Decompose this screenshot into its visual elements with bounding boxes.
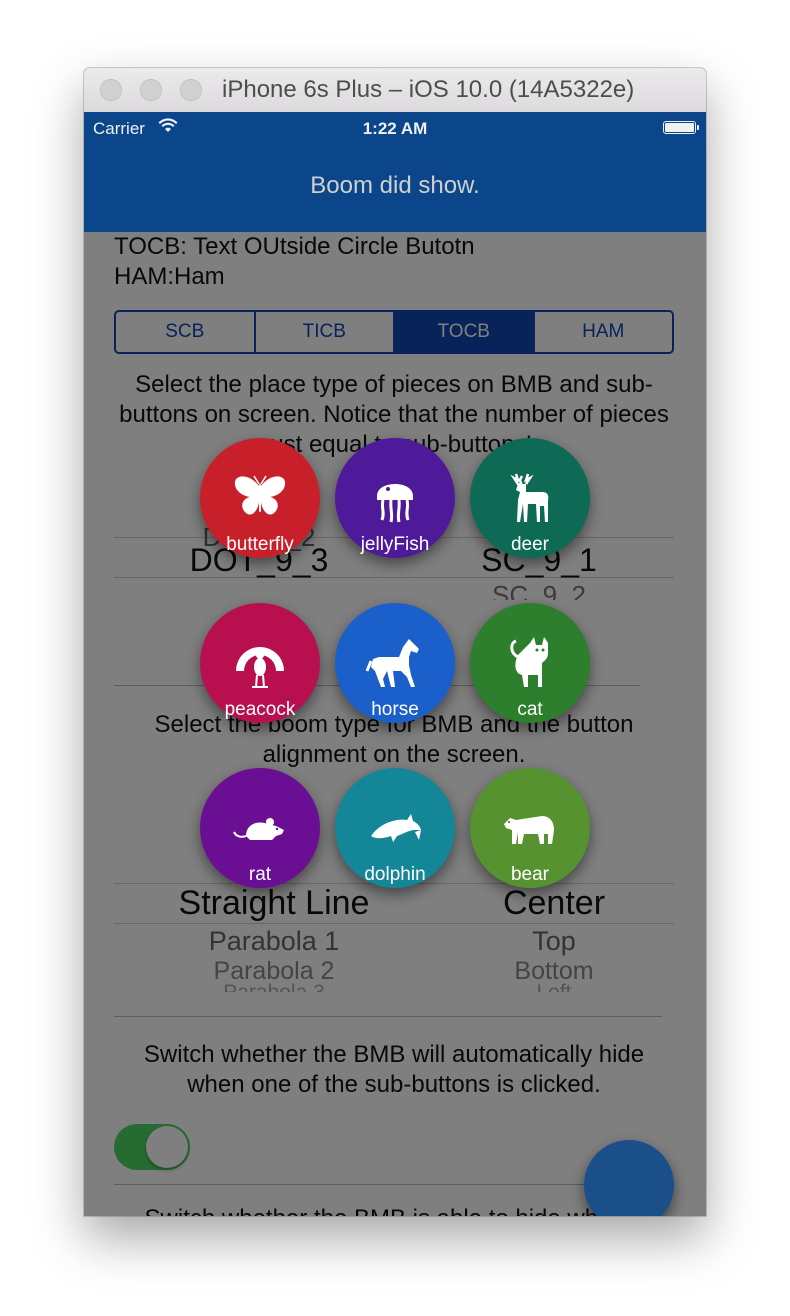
horse-icon — [365, 639, 419, 687]
picker-item[interactable]: Parabola 3 — [114, 981, 434, 992]
minimize-window-button[interactable] — [140, 79, 162, 101]
boom-label-peacock: peacock — [224, 699, 296, 720]
segment-ticb[interactable]: TICB — [256, 312, 395, 352]
segment-scb[interactable]: SCB — [116, 312, 256, 352]
boom-label-dolphin: dolphin — [364, 864, 426, 885]
peacock-icon — [236, 647, 284, 688]
boom-label-rat: rat — [248, 864, 272, 885]
picker-item[interactable]: Parabola 1 — [114, 926, 434, 957]
picker-item[interactable]: Top — [434, 926, 674, 957]
bmb-type-segmented-control[interactable]: SCB TICB TOCB HAM — [114, 310, 674, 354]
picker-item[interactable]: Left — [434, 981, 674, 992]
segment-ham[interactable]: HAM — [535, 312, 673, 352]
main-content: TOCB: Text OUtside Circle Butotn HAM:Ham… — [84, 232, 706, 1216]
dolphin-icon — [371, 814, 421, 842]
boom-label-jellyfish: jellyFish — [360, 534, 430, 555]
picker-item-selected[interactable]: Center — [434, 884, 674, 923]
segment-tocb[interactable]: TOCB — [395, 312, 535, 352]
zoom-window-button[interactable] — [180, 79, 202, 101]
rat-icon — [233, 818, 284, 840]
cat-icon — [510, 637, 548, 687]
boom-label-butterfly: butterfly — [226, 534, 294, 555]
close-window-button[interactable] — [100, 79, 122, 101]
jellyfish-icon — [377, 484, 413, 523]
picker-item-selected[interactable]: Straight Line — [114, 884, 434, 923]
toggle-knob — [146, 1126, 188, 1168]
dim-overlay-top — [84, 112, 706, 232]
boom-label-cat: cat — [517, 699, 543, 720]
auto-hide-description: Switch whether the BMB will automaticall… — [143, 1041, 645, 1098]
boom-label-horse: horse — [371, 699, 419, 720]
picker-item[interactable]: SC_9_2 — [404, 580, 674, 600]
butterfly-icon — [234, 475, 286, 515]
divider — [114, 1016, 662, 1017]
auto-hide-toggle[interactable] — [114, 1124, 190, 1170]
intro-line-1: TOCB: Text OUtside Circle Butotn — [114, 233, 475, 260]
bear-icon — [504, 816, 554, 844]
intro-line-2: HAM:Ham — [114, 263, 225, 290]
deer-icon — [510, 473, 549, 522]
simulator-window: iPhone 6s Plus – iOS 10.0 (14A5322e) Car… — [84, 68, 706, 1216]
device-screen: Carrier 1:22 AM Boom did show. TOCB: Tex… — [84, 112, 706, 1216]
window-titlebar: iPhone 6s Plus – iOS 10.0 (14A5322e) — [84, 68, 706, 113]
window-title: iPhone 6s Plus – iOS 10.0 (14A5322e) — [222, 76, 635, 103]
boom-label-bear: bear — [510, 864, 550, 885]
boom-label-deer: deer — [510, 534, 550, 555]
